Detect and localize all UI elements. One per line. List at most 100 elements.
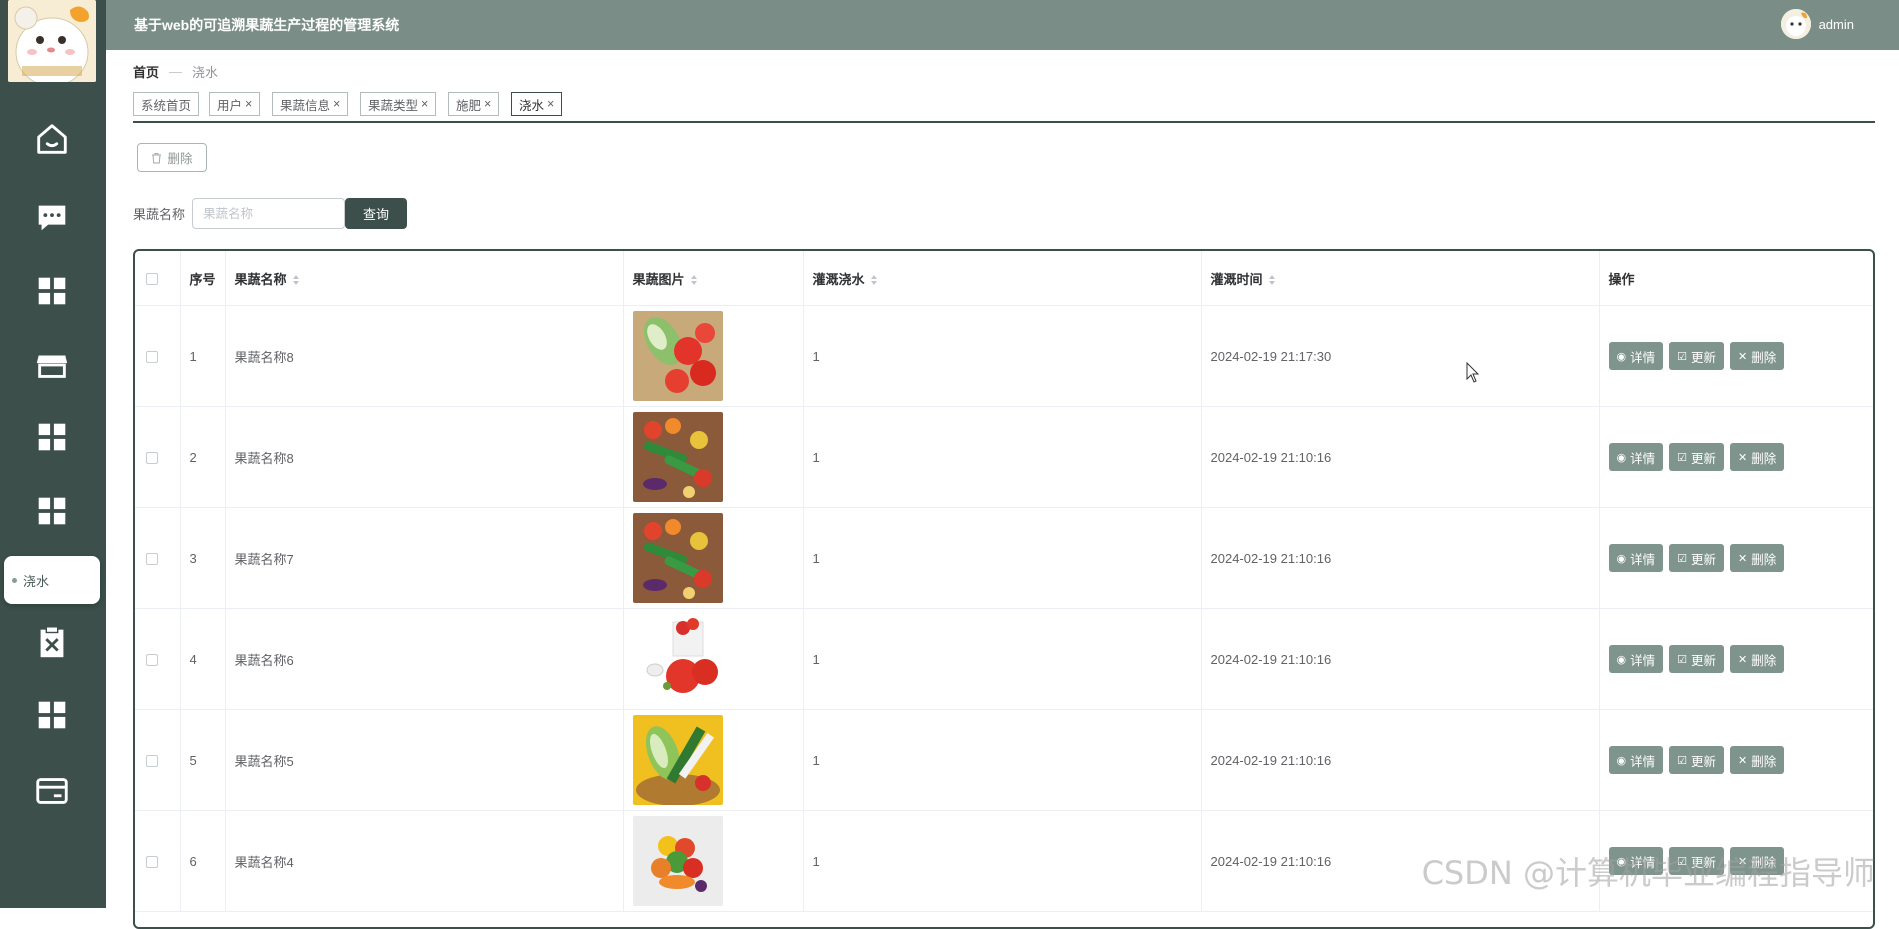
row-irrigation-time: 2024-02-19 21:10:16: [1201, 810, 1600, 912]
nav-home[interactable]: [31, 118, 73, 160]
tab-produce-info[interactable]: 果蔬信息 ×: [272, 92, 349, 116]
produce-image[interactable]: [632, 816, 723, 906]
tab-fertilize[interactable]: 施肥 ×: [448, 92, 500, 116]
nav-clipboard[interactable]: [31, 621, 73, 663]
detail-button[interactable]: ◉ 详情: [1608, 342, 1664, 370]
nav-card[interactable]: [31, 770, 73, 812]
detail-label: 详情: [1630, 552, 1656, 567]
tab-label: 果蔬类型: [368, 98, 419, 113]
row-checkbox[interactable]: [146, 654, 158, 667]
produce-image[interactable]: [632, 715, 723, 805]
data-table: 序号 果蔬名称 果蔬图片 灌溉浇水 灌溉时间 操作 1 果蔬名称8 1 2024-02…: [133, 249, 1875, 929]
row-index: 1: [180, 305, 226, 407]
row-delete-button[interactable]: ✕ 删除: [1730, 342, 1785, 370]
row-delete-button[interactable]: ✕ 删除: [1730, 645, 1785, 673]
row-checkbox[interactable]: [146, 452, 158, 465]
detail-button[interactable]: ◉ 详情: [1608, 544, 1664, 572]
tab-watering[interactable]: 浇水 ×: [511, 92, 563, 116]
column-header-sortable[interactable]: 灌溉时间: [1201, 251, 1600, 306]
produce-image[interactable]: [632, 513, 723, 603]
nav-store[interactable]: [31, 344, 73, 386]
update-button[interactable]: ☑ 更新: [1669, 544, 1725, 572]
row-delete-button[interactable]: ✕ 删除: [1730, 746, 1785, 774]
close-icon[interactable]: ×: [421, 97, 428, 111]
app-title: 基于web的可追溯果蔬生产过程的管理系统: [134, 17, 400, 33]
batch-delete-button[interactable]: 删除: [137, 143, 207, 172]
delete-label: 删除: [1751, 653, 1777, 668]
row-checkbox[interactable]: [146, 351, 158, 364]
tab-label: 施肥: [456, 98, 482, 113]
row-delete-button[interactable]: ✕ 删除: [1730, 544, 1785, 572]
detail-button[interactable]: ◉ 详情: [1608, 645, 1664, 673]
row-actions: ◉ 详情 ☑ 更新 ✕ 删除: [1599, 507, 1873, 609]
update-button[interactable]: ☑ 更新: [1669, 342, 1725, 370]
row-checkbox[interactable]: [146, 856, 158, 869]
produce-image[interactable]: [632, 412, 723, 502]
close-icon[interactable]: ×: [245, 97, 252, 111]
grid-icon: [38, 497, 66, 525]
sort-icon[interactable]: [870, 275, 877, 286]
update-button[interactable]: ☑ 更新: [1669, 847, 1725, 875]
column-header-sortable[interactable]: 果蔬名称: [225, 251, 624, 306]
produce-image[interactable]: [632, 311, 723, 401]
close-icon: ✕: [1738, 754, 1748, 767]
delete-label: 删除: [1751, 552, 1777, 567]
username: admin: [1818, 16, 1854, 32]
row-actions: ◉ 详情 ☑ 更新 ✕ 删除: [1599, 608, 1873, 710]
row-delete-button[interactable]: ✕ 删除: [1730, 443, 1785, 471]
table-row: 6 果蔬名称4 1 2024-02-19 21:10:16 ◉ 详情 ☑ 更新 ✕ 删除: [135, 810, 1873, 912]
search-input[interactable]: [192, 198, 345, 229]
breadcrumb-home[interactable]: 首页: [133, 62, 159, 81]
row-index: 5: [180, 709, 226, 811]
row-index: 4: [180, 608, 226, 710]
row-checkbox[interactable]: [146, 755, 158, 768]
row-checkbox[interactable]: [146, 553, 158, 566]
user-menu[interactable]: admin: [1780, 9, 1854, 39]
logo-avatar: [8, 0, 96, 82]
sort-icon[interactable]: [690, 275, 697, 286]
nav-grid-3[interactable]: [31, 490, 73, 532]
row-index: 3: [180, 507, 226, 609]
row-delete-button[interactable]: ✕ 删除: [1730, 847, 1785, 875]
update-button[interactable]: ☑ 更新: [1669, 443, 1725, 471]
produce-image[interactable]: [632, 614, 723, 704]
close-icon[interactable]: ×: [333, 97, 340, 111]
column-label: 灌溉浇水: [812, 271, 865, 287]
column-header-sortable[interactable]: 果蔬图片: [623, 251, 804, 306]
submenu-item-watering[interactable]: 浇水: [4, 556, 100, 604]
edit-icon: ☑: [1677, 855, 1687, 868]
detail-button[interactable]: ◉ 详情: [1608, 443, 1664, 471]
tab-system-home[interactable]: 系统首页: [133, 92, 200, 116]
detail-button[interactable]: ◉ 详情: [1608, 746, 1664, 774]
detail-button[interactable]: ◉ 详情: [1608, 847, 1664, 875]
close-icon[interactable]: ×: [484, 97, 491, 111]
row-produce-name: 果蔬名称6: [225, 608, 624, 710]
sort-icon[interactable]: [1268, 275, 1275, 286]
update-label: 更新: [1691, 754, 1717, 769]
nav-grid-4[interactable]: [31, 694, 73, 736]
nav-message[interactable]: [31, 196, 73, 238]
nav-grid-1[interactable]: [31, 270, 73, 312]
column-header-sortable[interactable]: 灌溉浇水: [803, 251, 1202, 306]
eye-icon: ◉: [1616, 754, 1627, 767]
row-produce-name: 果蔬名称8: [225, 406, 624, 508]
row-produce-name: 果蔬名称8: [225, 305, 624, 407]
row-produce-name: 果蔬名称7: [225, 507, 624, 609]
update-button[interactable]: ☑ 更新: [1669, 746, 1725, 774]
close-icon: ✕: [1738, 350, 1748, 363]
search-button[interactable]: 查询: [345, 198, 407, 229]
top-header: 基于web的可追溯果蔬生产过程的管理系统 admin: [106, 0, 1899, 50]
table-row: 2 果蔬名称8 1 2024-02-19 21:10:16 ◉ 详情 ☑ 更新 ✕ 删除: [135, 406, 1873, 508]
tab-label: 果蔬信息: [280, 98, 331, 113]
mouse-cursor-icon: [1466, 362, 1480, 383]
select-all-checkbox[interactable]: [146, 273, 158, 286]
nav-grid-2[interactable]: [31, 416, 73, 458]
close-icon[interactable]: ×: [547, 97, 554, 111]
update-button[interactable]: ☑ 更新: [1669, 645, 1725, 673]
close-icon: ✕: [1738, 855, 1748, 868]
sort-icon[interactable]: [292, 275, 299, 286]
detail-label: 详情: [1630, 855, 1656, 870]
tab-user[interactable]: 用户 ×: [209, 92, 261, 116]
table-row: 3 果蔬名称7 1 2024-02-19 21:10:16 ◉ 详情 ☑ 更新 ✕ 删除: [135, 507, 1873, 609]
tab-produce-type[interactable]: 果蔬类型 ×: [360, 92, 437, 116]
